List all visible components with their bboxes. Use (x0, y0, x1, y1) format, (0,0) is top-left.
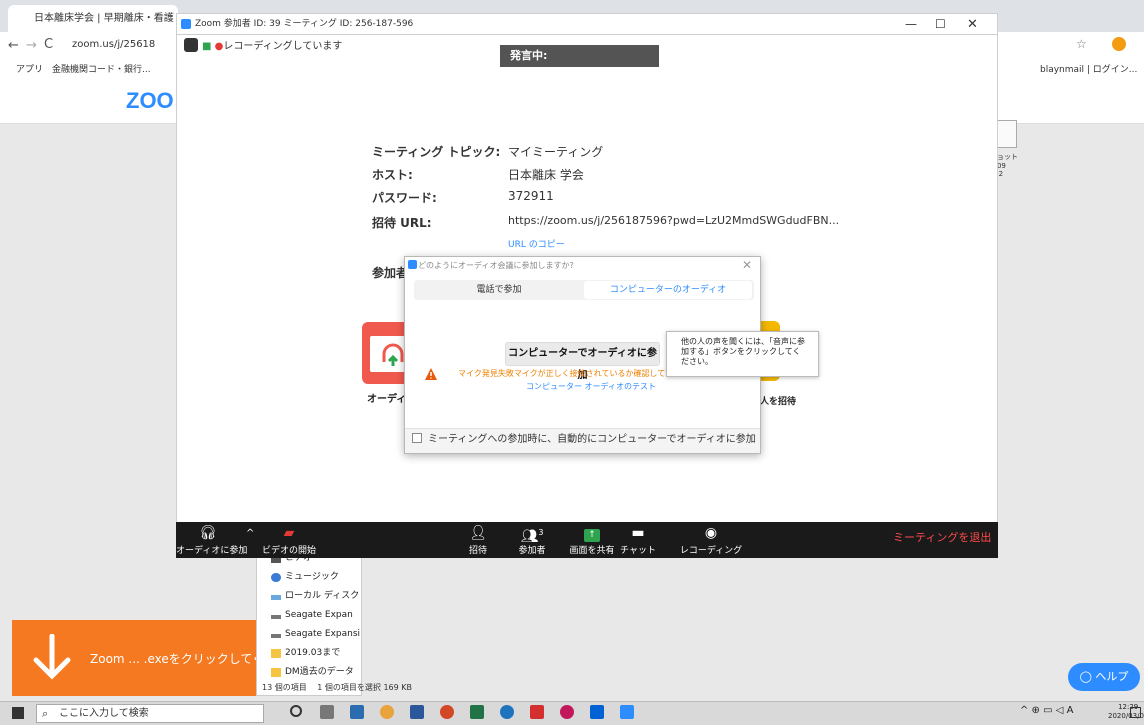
join-audio-toolbar-button[interactable]: 🎧︎ オーディオに参加 (176, 522, 247, 558)
help-button[interactable]: ◯ ヘルプ (1068, 663, 1140, 691)
tab-phone-call[interactable]: 電話で参加 (414, 280, 584, 300)
close-icon[interactable]: ✕ (967, 14, 978, 35)
download-instruction: Zoom ... .exeをクリックしてくだ (90, 652, 277, 666)
explorer-item-folder-2019[interactable]: 2019.03まで (257, 644, 361, 663)
dialog-zoom-icon (408, 260, 417, 269)
address-bar[interactable]: zoom.us/j/25618 (72, 39, 155, 50)
windows-start-icon[interactable] (12, 707, 24, 719)
explorer-item-music[interactable]: ミュージック (257, 568, 361, 587)
download-arrow-icon (33, 634, 71, 680)
rec-info-icon (184, 38, 198, 52)
mic-warning-text: マイク発見失敗マイクが正しく接続されているか確認してください (458, 369, 697, 378)
zoom-window-titlebar[interactable]: Zoom 参加者 ID: 39 ミーティング ID: 256-187-596 —… (176, 13, 998, 35)
bank-bookmark[interactable]: 金融機関コード・銀行... (52, 62, 151, 75)
music-icon (271, 573, 281, 582)
disk-icon (271, 595, 281, 600)
headphone-icon: 🎧︎ (199, 525, 217, 541)
participants-count: 3 (538, 528, 544, 537)
maximize-icon[interactable]: ☐ (935, 14, 946, 35)
apps-bookmark[interactable]: アプリ (16, 62, 43, 75)
drive-icon (271, 634, 281, 638)
join-audio-tooltip: 他の人の声を聞くには、「音声に参加する」ボタンをクリックしてください。 (666, 331, 819, 377)
excel-taskbar-icon[interactable] (470, 705, 484, 719)
test-audio-link[interactable]: コンピューター オーディオのテスト (526, 381, 656, 392)
active-speaker-badge: 発言中: (500, 45, 659, 67)
lock-icon: ■ (202, 41, 212, 52)
star-icon[interactable]: ☆ (1076, 37, 1087, 51)
drive-icon (271, 615, 281, 619)
leave-meeting-button[interactable]: ミーティングを退出 (893, 528, 991, 548)
notification-icon[interactable] (1130, 707, 1141, 718)
explorer-status-bar: 13 個の項目 1 個の項目を選択 169 KB (262, 683, 412, 692)
checkbox-icon[interactable] (412, 433, 422, 443)
chat-icon: ▬ (631, 525, 645, 541)
taskbar-search-input[interactable]: ⌕ ここに入力して検索 (36, 704, 264, 723)
warning-icon (425, 368, 437, 380)
invite-url-label: 招待 URL: (372, 216, 432, 230)
join-computer-audio-button[interactable]: コンピューターでオーディオに参加 (505, 342, 660, 381)
invite-tile-label: 人を招待 (760, 397, 797, 407)
tab-computer-audio[interactable]: コンピューターのオーディオ (584, 281, 752, 299)
password-label: パスワード: (372, 191, 437, 205)
recording-indicator: ■ ●レコーディングしています (184, 38, 342, 56)
explorer-item-folder-dm[interactable]: DM過去のデータ (257, 663, 361, 682)
copy-url-link[interactable]: URL のコピー (508, 237, 565, 250)
chrome-taskbar-icon[interactable] (380, 705, 394, 719)
app-taskbar-icon[interactable] (560, 705, 574, 719)
dialog-title: どのようにオーディオ会議に参加しますか? (418, 261, 574, 270)
folder-icon (271, 649, 281, 658)
edge-taskbar-icon[interactable] (500, 705, 514, 719)
tray-icons[interactable]: ^ ⊕ ▭ ◁ A (1020, 705, 1073, 716)
reload-icon[interactable]: C (44, 37, 53, 52)
record-button[interactable]: ◉ レコーディング (676, 522, 746, 558)
password-value: 372911 (508, 189, 554, 203)
powerpoint-taskbar-icon[interactable] (440, 705, 454, 719)
file-explorer: ビデオ ミュージック ローカル ディスク Seagate Expan Seaga… (256, 548, 362, 696)
topic-value: マイミーティング (508, 145, 604, 159)
search-icon: ⌕ (42, 707, 49, 720)
host-value: 日本離床 学会 (508, 168, 584, 182)
invite-url-value: https://zoom.us/j/256187596?pwd=LzU2MmdS… (508, 214, 840, 227)
chat-bubble-icon: ◯ (1079, 670, 1096, 683)
audio-options-chevron-icon[interactable]: ^ (246, 528, 254, 539)
participants-icon: 👥︎3 (520, 528, 544, 545)
participants-button[interactable]: 👥︎3 参加者 (510, 522, 554, 558)
zoom-taskbar-icon[interactable] (620, 705, 634, 719)
profile-icon[interactable] (1112, 37, 1126, 51)
start-video-button[interactable]: ▰ ビデオの開始 (258, 522, 320, 558)
video-off-icon: ▰ (283, 525, 295, 541)
zoom-app-icon (181, 19, 191, 29)
share-screen-icon: ↑ (566, 525, 618, 542)
blaynmail-bookmark[interactable]: blaynmail | ログイン... (1040, 62, 1137, 75)
topic-label: ミーティング トピック: (372, 145, 501, 159)
explorer-item-seagate-2[interactable]: Seagate Expansi (257, 625, 361, 644)
folder-icon (271, 668, 281, 677)
box-taskbar-icon[interactable] (590, 705, 604, 719)
acrobat-taskbar-icon[interactable] (530, 705, 544, 719)
host-label: ホスト: (372, 168, 413, 182)
site-logo: ZOO (126, 88, 174, 113)
dialog-close-icon[interactable]: ✕ (742, 258, 752, 272)
explorer-item-seagate-1[interactable]: Seagate Expan (257, 606, 361, 625)
cortana-icon[interactable] (290, 705, 302, 717)
browser-tab[interactable]: 日本離床学会 | 早期離床・看護 (8, 5, 178, 32)
record-icon: ◉ (704, 525, 718, 541)
minimize-icon[interactable]: — (905, 14, 917, 35)
explorer-taskbar-icon[interactable] (350, 705, 364, 719)
auto-join-checkbox[interactable]: ミーティングへの参加時に、自動的にコンピューターでオーディオに参加 (412, 433, 756, 447)
back-icon[interactable]: ← (8, 38, 19, 53)
chat-button[interactable]: ▬ チャット (620, 522, 656, 558)
task-view-icon[interactable] (320, 705, 334, 719)
add-person-icon: 👤︎ (469, 525, 487, 541)
forward-icon[interactable]: → (26, 38, 37, 53)
invite-button[interactable]: 👤︎ 招待 (460, 522, 496, 558)
share-screen-button[interactable]: ↑ 画面を共有 (566, 522, 618, 558)
word-taskbar-icon[interactable] (410, 705, 424, 719)
explorer-item-local-disk[interactable]: ローカル ディスク (257, 587, 361, 606)
